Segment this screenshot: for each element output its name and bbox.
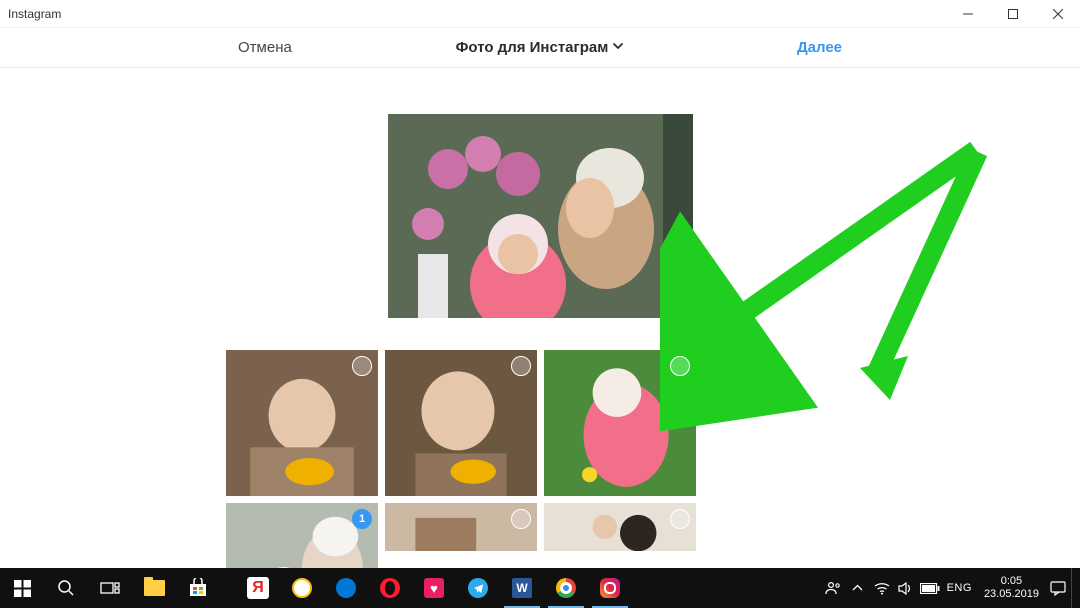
search-button[interactable] xyxy=(44,568,88,608)
taskbar-app-opera[interactable] xyxy=(368,568,412,608)
taskbar-app-edge[interactable] xyxy=(324,568,368,608)
taskbar-app-heart[interactable]: ♥ xyxy=(412,568,456,608)
chevron-up-icon xyxy=(852,583,863,594)
yandex-icon: Я xyxy=(247,577,269,599)
volume-icon xyxy=(898,582,913,595)
app-header: Отмена Фото для Инстаграм Далее xyxy=(0,28,1080,68)
tray-volume[interactable] xyxy=(895,568,917,608)
window-controls xyxy=(945,0,1080,27)
store-icon xyxy=(188,578,208,598)
content-area: 1 xyxy=(0,68,1080,568)
selection-number: 1 xyxy=(359,513,365,525)
action-center[interactable] xyxy=(1047,568,1069,608)
next-label: Далее xyxy=(797,39,842,56)
word-icon: W xyxy=(511,577,533,599)
selection-indicator[interactable]: 1 xyxy=(352,509,372,529)
taskbar-app-instagram[interactable] xyxy=(588,568,632,608)
preview-wrap xyxy=(388,114,693,318)
source-picker-label: Фото для Инстаграм xyxy=(456,39,609,56)
selection-indicator[interactable] xyxy=(352,356,372,376)
taskbar-app-mail[interactable] xyxy=(280,568,324,608)
selection-indicator[interactable] xyxy=(511,356,531,376)
battery-icon xyxy=(920,583,940,594)
taskbar-app-word[interactable]: W xyxy=(500,568,544,608)
source-picker[interactable]: Фото для Инстаграм xyxy=(456,39,625,56)
mail-icon xyxy=(291,577,313,599)
clock-date: 23.05.2019 xyxy=(984,588,1039,601)
window-titlebar: Instagram xyxy=(0,0,1080,28)
taskbar-separator xyxy=(220,568,236,608)
chevron-down-icon xyxy=(612,39,624,56)
taskbar-app-explorer[interactable] xyxy=(132,568,176,608)
taskbar-app-yandex[interactable]: Я xyxy=(236,568,280,608)
selection-indicator[interactable] xyxy=(670,356,690,376)
taskbar-left: Я ♥ W xyxy=(0,568,632,608)
next-button[interactable]: Далее xyxy=(797,28,842,67)
heart-icon: ♥ xyxy=(423,577,445,599)
taskbar: Я ♥ W ENG 0:05 23.05.2019 xyxy=(0,568,1080,608)
close-button[interactable] xyxy=(1035,0,1080,27)
taskbar-app-chrome[interactable] xyxy=(544,568,588,608)
task-view-button[interactable] xyxy=(88,568,132,608)
taskbar-app-store[interactable] xyxy=(176,568,220,608)
cancel-label: Отмена xyxy=(238,39,292,56)
multi-select-toggle[interactable] xyxy=(665,302,697,334)
start-button[interactable] xyxy=(0,568,44,608)
window-title: Instagram xyxy=(8,7,61,21)
people-icon xyxy=(825,580,842,597)
cancel-button[interactable]: Отмена xyxy=(238,28,292,67)
folder-icon xyxy=(143,577,165,599)
language-indicator[interactable]: ENG xyxy=(943,582,976,594)
thumbnail[interactable] xyxy=(385,350,537,496)
selection-indicator[interactable] xyxy=(670,509,690,529)
windows-icon xyxy=(11,577,33,599)
taskbar-clock[interactable]: 0:05 23.05.2019 xyxy=(978,575,1045,600)
telegram-icon xyxy=(467,577,489,599)
taskbar-app-telegram[interactable] xyxy=(456,568,500,608)
tray-overflow[interactable] xyxy=(847,568,869,608)
tray-battery[interactable] xyxy=(919,568,941,608)
edge-icon xyxy=(335,577,357,599)
selection-indicator[interactable] xyxy=(511,509,531,529)
instagram-icon xyxy=(599,577,621,599)
maximize-button[interactable] xyxy=(990,0,1035,27)
show-desktop[interactable] xyxy=(1071,568,1076,608)
taskbar-right: ENG 0:05 23.05.2019 xyxy=(823,568,1080,608)
multi-select-icon xyxy=(673,310,689,326)
thumbnail[interactable] xyxy=(544,503,696,551)
wifi-icon xyxy=(874,582,890,595)
task-view-icon xyxy=(99,577,121,599)
thumbnail[interactable] xyxy=(226,350,378,496)
thumbnail[interactable] xyxy=(385,503,537,551)
opera-icon xyxy=(379,577,401,599)
search-icon xyxy=(55,577,77,599)
notification-icon xyxy=(1050,581,1066,596)
chrome-icon xyxy=(555,577,577,599)
clock-time: 0:05 xyxy=(1001,575,1022,588)
tray-people[interactable] xyxy=(823,568,845,608)
minimize-button[interactable] xyxy=(945,0,990,27)
preview-image[interactable] xyxy=(388,114,693,318)
thumbnail[interactable] xyxy=(544,350,696,496)
tray-network[interactable] xyxy=(871,568,893,608)
